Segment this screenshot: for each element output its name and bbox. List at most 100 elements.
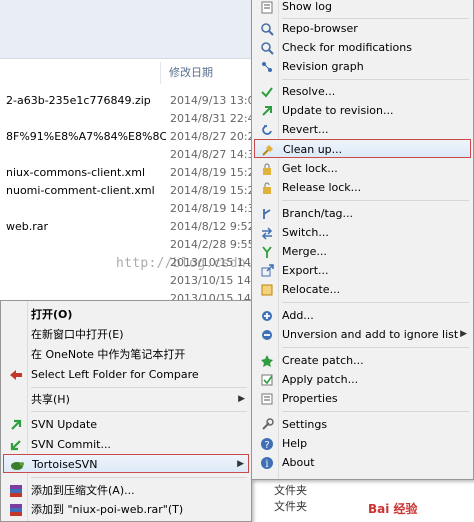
relocate-icon bbox=[259, 282, 274, 297]
menu-item-label: Apply patch... bbox=[282, 373, 359, 386]
menu-item-unversion-ignore[interactable]: Unversion and add to ignore list ▶ bbox=[254, 325, 471, 344]
menu-item-properties[interactable]: Properties bbox=[254, 389, 471, 408]
branch-icon bbox=[259, 206, 274, 221]
apply-patch-icon bbox=[259, 372, 274, 387]
menu-item-label: Get lock... bbox=[282, 162, 338, 175]
file-name: 8F%91%E8%A7%84%E8%8C... bbox=[6, 130, 166, 143]
file-row[interactable]: 2014/2/28 9:55 bbox=[0, 236, 260, 254]
menu-item-open[interactable]: 打开(O) bbox=[3, 305, 249, 324]
export-icon bbox=[259, 263, 274, 278]
revision-graph-icon bbox=[259, 59, 274, 74]
file-row[interactable]: 2014/8/31 22:45 bbox=[0, 110, 260, 128]
menu-item-label: 在新窗口中打开(E) bbox=[31, 328, 124, 341]
log-icon bbox=[259, 0, 274, 14]
menu-item-label: Create patch... bbox=[282, 354, 364, 367]
menu-item-about[interactable]: i About bbox=[254, 453, 471, 472]
column-header-modified-date[interactable]: 修改日期 bbox=[160, 62, 260, 84]
menu-item-label: Update to revision... bbox=[282, 104, 394, 117]
menu-item-relocate[interactable]: Relocate... bbox=[254, 280, 471, 299]
file-row[interactable]: nuomi-comment-client.xml 2014/8/19 15:25 bbox=[0, 182, 260, 200]
submenu-arrow-icon: ▶ bbox=[237, 459, 244, 469]
menu-item-label: About bbox=[282, 456, 315, 469]
menu-item-svn-commit[interactable]: SVN Commit... bbox=[3, 435, 249, 454]
menu-item-svn-update[interactable]: SVN Update bbox=[3, 415, 249, 434]
menu-item-label: Clean up... bbox=[283, 143, 343, 156]
menu-item-create-patch[interactable]: Create patch... bbox=[254, 351, 471, 370]
menu-separator bbox=[282, 411, 469, 412]
file-row[interactable]: niux-commons-client.xml 2014/8/19 15:25 bbox=[0, 164, 260, 182]
menu-item-repo-browser[interactable]: Repo-browser bbox=[254, 19, 471, 38]
file-row[interactable]: 2014/8/27 14:30 bbox=[0, 146, 260, 164]
file-row[interactable]: 2-a63b-235e1c776849.zip 2014/9/13 13:03 bbox=[0, 92, 260, 110]
menu-item-add[interactable]: Add... bbox=[254, 306, 471, 325]
menu-item-label: Repo-browser bbox=[282, 22, 358, 35]
menu-item-label: Revision graph bbox=[282, 60, 364, 73]
menu-item-label: Unversion and add to ignore list bbox=[282, 328, 459, 341]
folder-type-label: 文件夹 bbox=[274, 484, 307, 497]
baidu-jingyan-logo: Bai 经验 bbox=[368, 500, 468, 520]
menu-separator bbox=[282, 200, 469, 201]
menu-item-export[interactable]: Export... bbox=[254, 261, 471, 280]
file-date: 2014/8/19 15:25 bbox=[170, 184, 260, 197]
menu-item-label: SVN Update bbox=[31, 418, 98, 431]
menu-item-label: Settings bbox=[282, 418, 328, 431]
svn-update-icon bbox=[8, 417, 23, 432]
menu-item-revert[interactable]: Revert... bbox=[254, 120, 471, 139]
menu-item-add-to-rar[interactable]: 添加到 "niux-poi-web.rar"(T) bbox=[3, 500, 249, 519]
menu-item-branch-tag[interactable]: Branch/tag... bbox=[254, 204, 471, 223]
file-row[interactable]: web.rar 2014/8/12 9:52 bbox=[0, 218, 260, 236]
menu-item-label: Select Left Folder for Compare bbox=[31, 368, 199, 381]
menu-item-label: TortoiseSVN bbox=[32, 458, 98, 471]
file-row[interactable]: 2013/10/15 14:35 bbox=[0, 272, 260, 290]
menu-item-select-left-folder[interactable]: Select Left Folder for Compare bbox=[3, 365, 249, 384]
menu-separator bbox=[282, 347, 469, 348]
compare-icon bbox=[8, 367, 23, 382]
menu-item-label: 打开(O) bbox=[31, 308, 73, 321]
revert-icon bbox=[259, 122, 274, 137]
menu-item-revision-graph[interactable]: Revision graph bbox=[254, 57, 471, 76]
menu-item-share[interactable]: 共享(H) ▶ bbox=[3, 390, 249, 409]
menu-item-add-archive[interactable]: 添加到压缩文件(A)... bbox=[3, 481, 249, 500]
menu-item-open-onenote[interactable]: 在 OneNote 中作为笔记本打开 bbox=[3, 345, 249, 364]
menu-item-resolve[interactable]: Resolve... bbox=[254, 82, 471, 101]
menu-item-update-to-revision[interactable]: Update to revision... bbox=[254, 101, 471, 120]
file-row[interactable]: 8F%91%E8%A7%84%E8%8C... 2014/8/27 20:25 bbox=[0, 128, 260, 146]
repo-browser-icon bbox=[259, 21, 274, 36]
menu-item-tortoisesvn[interactable]: TortoiseSVN ▶ bbox=[3, 454, 249, 473]
menu-item-check-modifications[interactable]: Check for modifications bbox=[254, 38, 471, 57]
file-name: web.rar bbox=[6, 220, 49, 233]
submenu-arrow-icon: ▶ bbox=[460, 329, 467, 339]
menu-item-open-new-window[interactable]: 在新窗口中打开(E) bbox=[3, 325, 249, 344]
menu-item-label: Switch... bbox=[282, 226, 329, 239]
menu-item-get-lock[interactable]: Get lock... bbox=[254, 159, 471, 178]
menu-item-label: 添加到压缩文件(A)... bbox=[31, 484, 135, 497]
menu-item-label: 共享(H) bbox=[31, 393, 70, 406]
file-row[interactable]: 2014/8/19 14:38 bbox=[0, 200, 260, 218]
file-name: nuomi-comment-client.xml bbox=[6, 184, 155, 197]
menu-item-label: Branch/tag... bbox=[282, 207, 354, 220]
menu-item-label: 添加到 "niux-poi-web.rar"(T) bbox=[31, 503, 184, 516]
menu-item-settings[interactable]: Settings bbox=[254, 415, 471, 434]
menu-item-help[interactable]: ? Help bbox=[254, 434, 471, 453]
switch-icon bbox=[259, 225, 274, 240]
menu-item-show-log[interactable]: Show log bbox=[254, 0, 471, 16]
rar-icon bbox=[8, 502, 23, 517]
menu-item-label: 在 OneNote 中作为笔记本打开 bbox=[31, 348, 186, 361]
menu-item-release-lock[interactable]: Release lock... bbox=[254, 178, 471, 197]
lock-icon bbox=[259, 161, 274, 176]
menu-item-merge[interactable]: Merge... bbox=[254, 242, 471, 261]
menu-item-clean-up[interactable]: Clean up... bbox=[254, 139, 471, 158]
update-revision-icon bbox=[259, 103, 274, 118]
menu-item-switch[interactable]: Switch... bbox=[254, 223, 471, 242]
about-icon: i bbox=[259, 455, 274, 470]
menu-item-apply-patch[interactable]: Apply patch... bbox=[254, 370, 471, 389]
submenu-arrow-icon: ▶ bbox=[238, 394, 245, 404]
menu-item-label: Merge... bbox=[282, 245, 327, 258]
menu-item-label: Release lock... bbox=[282, 181, 362, 194]
merge-icon bbox=[259, 244, 274, 259]
menu-item-label: Help bbox=[282, 437, 308, 450]
create-patch-icon bbox=[259, 353, 274, 368]
explorer-toolbar bbox=[0, 0, 260, 59]
menu-separator bbox=[282, 302, 469, 303]
unlock-icon bbox=[259, 180, 274, 195]
